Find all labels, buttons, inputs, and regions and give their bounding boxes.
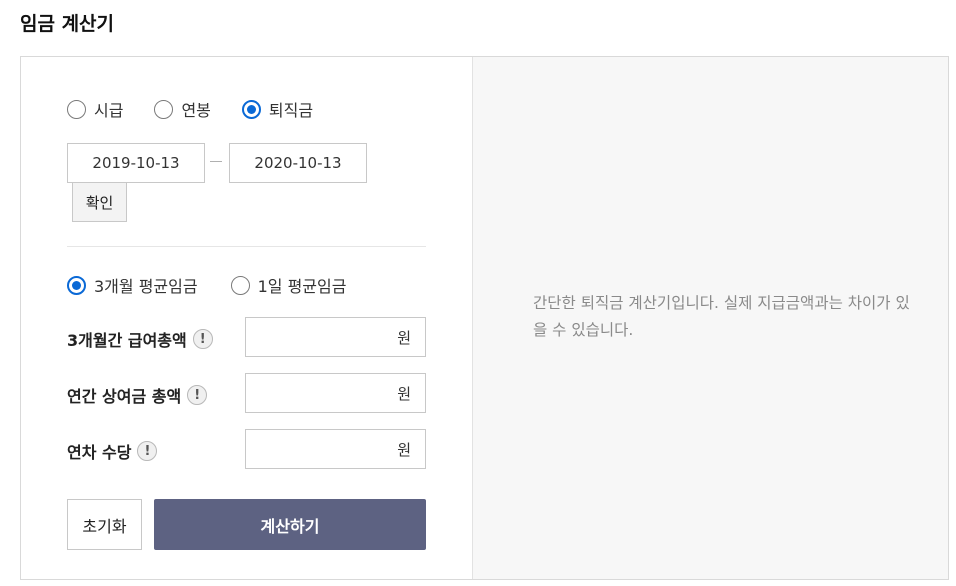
radio-3month-avg-label: 3개월 평균임금	[94, 277, 198, 296]
reset-button[interactable]: 초기화	[67, 499, 142, 550]
radio-daily-avg-label: 1일 평균임금	[257, 277, 347, 296]
confirm-button[interactable]: 확인	[72, 182, 127, 222]
radio-severance-circle[interactable]	[241, 99, 261, 119]
3month-pay-input[interactable]: 원	[245, 317, 426, 357]
date-range-dash	[210, 161, 222, 162]
field-label-3month-pay: 3개월간 급여총액 !	[67, 327, 213, 351]
calculate-button[interactable]: 계산하기	[154, 499, 426, 550]
result-section: 간단한 퇴직금 계산기입니다. 실제 지급금액과는 차이가 있을 수 있습니다.	[472, 57, 948, 579]
end-date-input[interactable]: 2020-10-13	[229, 143, 367, 183]
radio-annual-label: 연봉	[181, 101, 211, 120]
radio-annual-circle[interactable]	[154, 99, 174, 119]
mode-radio-group: 시급 연봉 퇴직금	[67, 97, 313, 121]
field-label-3month-pay-text: 3개월간 급여총액	[67, 331, 187, 350]
radio-3month-avg-circle[interactable]	[67, 275, 86, 295]
radio-severance-label: 퇴직금	[268, 101, 314, 120]
field-label-annual-bonus: 연간 상여금 총액 !	[67, 383, 208, 407]
info-icon[interactable]: !	[137, 441, 158, 461]
notice-text: 간단한 퇴직금 계산기입니다. 실제 지급금액과는 차이가 있을 수 있습니다.	[533, 294, 910, 339]
info-icon[interactable]: !	[187, 385, 208, 405]
input-section: 시급 연봉 퇴직금 2019-10-13 2020-10-13 확인 3개월 평…	[21, 57, 472, 579]
field-label-annual-leave-pay-text: 연차 수당	[67, 443, 132, 462]
avg-wage-radio-group: 3개월 평균임금 1일 평균임금	[67, 273, 346, 297]
annual-leave-pay-input[interactable]: 원	[245, 429, 426, 469]
page-title: 임금 계산기	[20, 13, 115, 35]
radio-daily-avg[interactable]: 1일 평균임금	[230, 273, 347, 297]
radio-hourly-label: 시급	[94, 101, 124, 120]
3month-pay-unit: 원	[397, 328, 411, 347]
radio-hourly-circle[interactable]	[67, 99, 86, 119]
field-label-annual-bonus-text: 연간 상여금 총액	[67, 387, 182, 406]
radio-3month-avg[interactable]: 3개월 평균임금	[67, 273, 198, 297]
calculator-panel: 시급 연봉 퇴직금 2019-10-13 2020-10-13 확인 3개월 평…	[20, 56, 949, 580]
radio-severance[interactable]: 퇴직금	[241, 97, 314, 121]
section-divider	[67, 246, 426, 247]
annual-bonus-input[interactable]: 원	[245, 373, 426, 413]
info-icon[interactable]: !	[192, 329, 213, 349]
radio-daily-avg-circle[interactable]	[230, 275, 250, 295]
annual-leave-pay-unit: 원	[397, 440, 411, 459]
field-label-annual-leave-pay: 연차 수당 !	[67, 439, 158, 463]
radio-annual[interactable]: 연봉	[154, 97, 211, 121]
start-date-input[interactable]: 2019-10-13	[67, 143, 205, 183]
radio-hourly[interactable]: 시급	[67, 97, 123, 121]
annual-bonus-unit: 원	[397, 384, 411, 403]
